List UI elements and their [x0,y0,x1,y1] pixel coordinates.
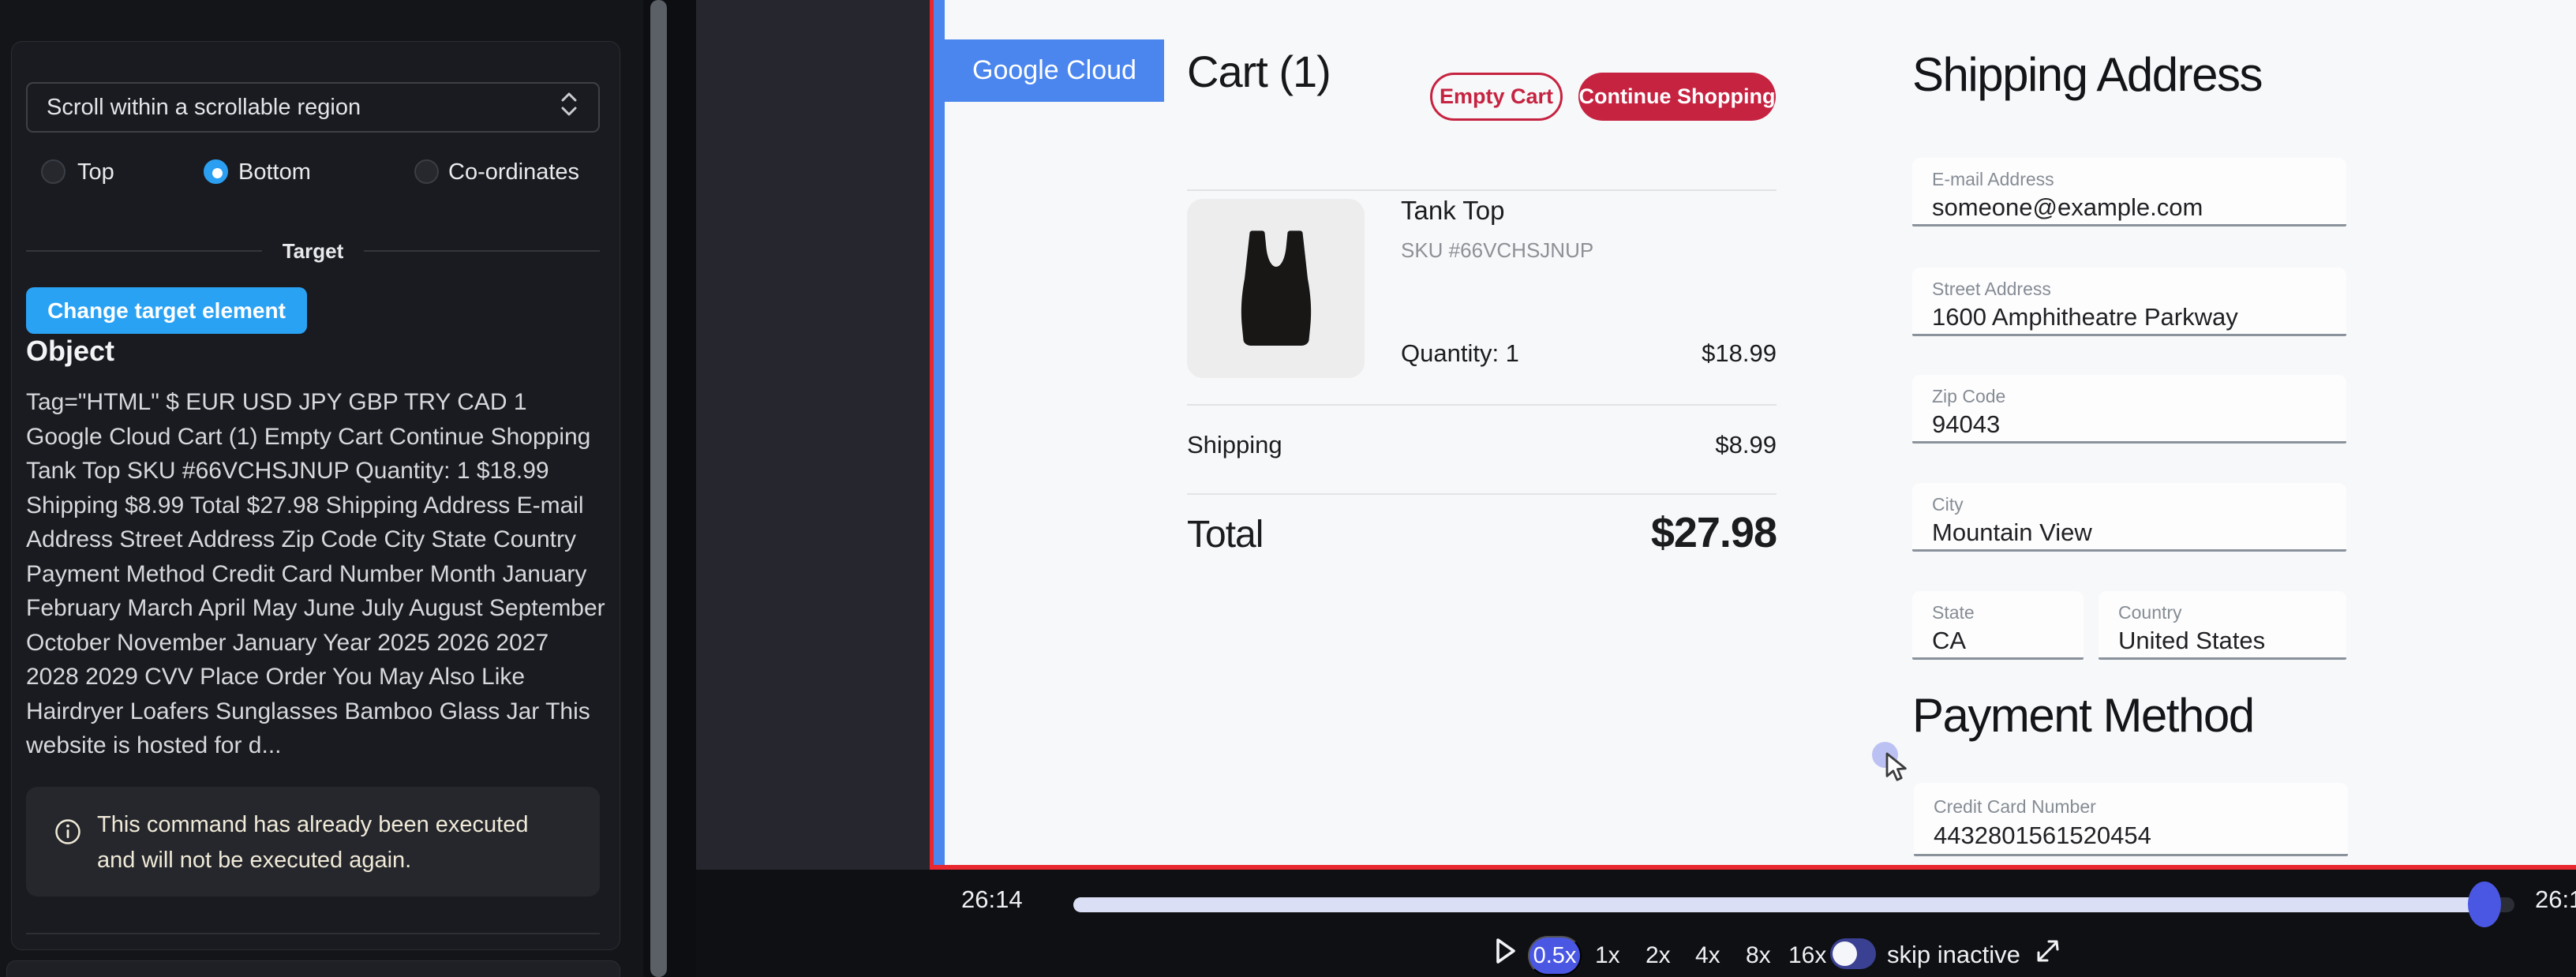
radio-top-label[interactable]: Top [77,159,114,185]
city-label: City [1932,494,1964,515]
fullscreen-button[interactable] [2033,936,2063,968]
street-address-label: Street Address [1932,279,2051,300]
total-price: $27.98 [1500,508,1777,557]
select-chevron-icon [559,91,579,124]
change-target-button[interactable]: Change target element [26,287,307,334]
next-command-card [6,960,620,977]
speed-chip-2x[interactable]: 2x [1646,942,1671,969]
target-section-divider: Target [26,238,600,264]
city-field[interactable]: City Mountain View [1912,483,2346,552]
zip-code-field[interactable]: Zip Code 94043 [1912,375,2346,444]
product-name: Tank Top [1401,196,1504,226]
mouse-cursor-icon [1885,752,1911,786]
credit-card-label: Credit Card Number [1934,796,2096,818]
shipping-address-heading: Shipping Address [1912,47,2262,102]
command-panel: Scroll within a scrollable region Top Bo… [0,0,643,977]
progress-thumb[interactable] [2468,882,2501,927]
empty-cart-button[interactable]: Empty Cart [1430,73,1563,121]
notice-box: This command has already been executed a… [26,787,600,897]
state-field[interactable]: State CA [1912,591,2084,660]
product-sku: SKU #66VCHSJNUP [1401,238,1593,263]
speed-chip-16x[interactable]: 16x [1788,942,1826,969]
panel-divider [26,933,600,934]
speed-chip-1x[interactable]: 1x [1595,942,1620,969]
radio-top[interactable] [41,159,66,184]
object-heading: Object [26,335,114,368]
email-field-value: someone@example.com [1932,193,2203,222]
country-label: Country [2118,602,2182,623]
end-time-label: 26:1 [2535,885,2576,914]
google-cloud-badge: Google Cloud [945,39,1164,102]
street-address-value: 1600 Amphitheatre Parkway [1932,303,2238,331]
replay-stage-background [696,0,930,870]
radio-coordinates[interactable] [414,159,439,184]
credit-card-number-field[interactable]: Credit Card Number 4432801561520454 [1914,783,2348,856]
play-button[interactable] [1494,936,1518,968]
zip-code-label: Zip Code [1932,386,2005,407]
shipping-price: $8.99 [1603,431,1777,459]
speed-chip-4x[interactable]: 4x [1695,942,1720,969]
country-field[interactable]: Country United States [2099,591,2346,660]
scroll-position-options: Top Bottom Co-ordinates [26,158,600,189]
progress-track[interactable] [1073,897,2514,912]
progress-fill [1073,897,2484,912]
skip-inactive-toggle[interactable] [1830,938,1876,969]
radio-bottom[interactable] [204,159,228,184]
country-value: United States [2118,627,2265,655]
panel-scrollbar-track [643,0,696,977]
divider-line [26,250,262,252]
current-time-label: 26:14 [961,885,1023,914]
skip-inactive-label: skip inactive [1887,941,2020,969]
object-text: Tag="HTML" $ EUR USD JPY GBP TRY CAD 1 G… [26,385,607,763]
app-screen: Scroll within a scrollable region Top Bo… [0,0,2576,977]
cart-title: Cart (1) [1187,46,1331,97]
shipping-label: Shipping [1187,431,1282,459]
credit-card-value: 4432801561520454 [1934,822,2151,850]
expand-icon [2033,936,2063,966]
continue-shopping-button[interactable]: Continue Shopping [1578,73,1776,121]
info-icon [54,818,81,849]
cart-divider [1187,493,1777,495]
play-icon [1494,936,1518,966]
replayed-webpage: Google Cloud Cart (1) Empty Cart Continu… [945,0,2576,865]
command-type-value: Scroll within a scrollable region [47,95,559,121]
toggle-knob [1833,941,1857,966]
target-section-label: Target [283,239,344,264]
zip-code-value: 94043 [1932,410,2000,439]
speed-chip-0-5x[interactable]: 0.5x [1528,936,1582,975]
product-quantity: Quantity: 1 [1401,339,1519,368]
command-type-select[interactable]: Scroll within a scrollable region [26,82,600,133]
state-label: State [1932,602,1975,623]
payment-method-heading: Payment Method [1912,688,2254,743]
email-field[interactable]: E-mail Address someone@example.com [1912,158,2346,226]
divider-line [364,250,600,252]
total-label: Total [1187,513,1263,556]
notice-text: This command has already been executed a… [97,807,563,878]
cart-divider [1187,404,1777,406]
cart-divider [1187,189,1777,191]
email-field-label: E-mail Address [1932,169,2054,190]
product-price: $18.99 [1603,339,1777,368]
scroll-indicator-bar [934,0,945,865]
speed-chip-8x[interactable]: 8x [1746,942,1771,969]
city-value: Mountain View [1932,518,2092,547]
panel-scrollbar-thumb[interactable] [650,0,667,977]
street-address-field[interactable]: Street Address 1600 Amphitheatre Parkway [1912,268,2346,336]
radio-bottom-label[interactable]: Bottom [238,159,311,185]
tank-top-image [1187,199,1365,378]
radio-coordinates-label[interactable]: Co-ordinates [448,159,579,185]
state-value: CA [1932,627,1966,655]
